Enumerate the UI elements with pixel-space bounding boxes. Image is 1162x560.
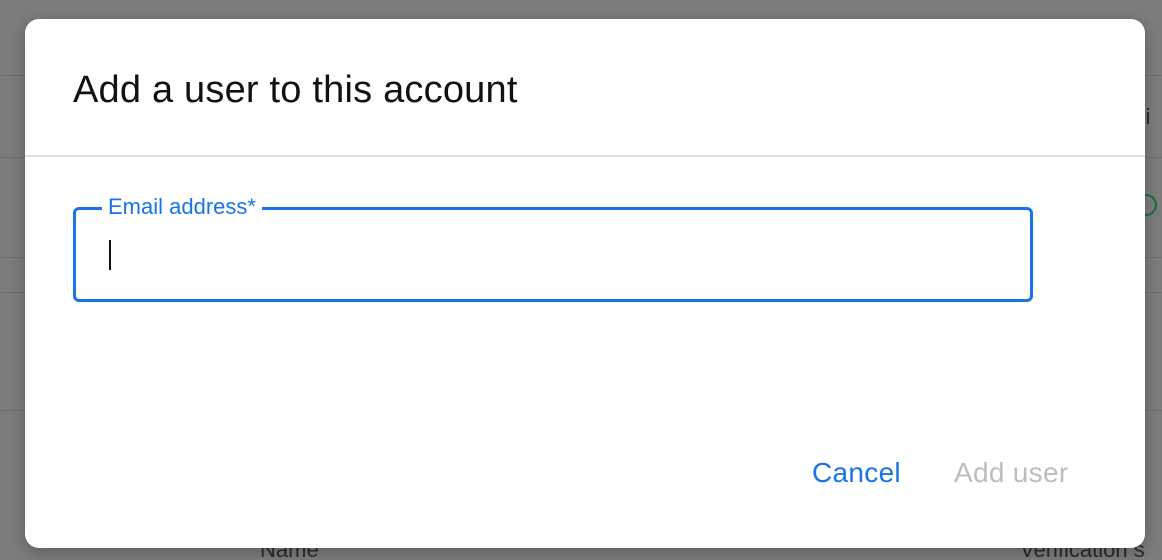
add-user-button[interactable]: Add user	[942, 449, 1080, 497]
dialog-title: Add a user to this account	[73, 69, 518, 111]
email-field-label: Email address*	[102, 192, 262, 222]
add-user-dialog: Add a user to this account Email address…	[25, 19, 1145, 548]
email-field[interactable]: Email address*	[73, 192, 1033, 302]
email-input[interactable]	[106, 240, 986, 274]
dialog-divider	[25, 155, 1145, 157]
cancel-button[interactable]: Cancel	[800, 449, 913, 497]
text-cursor	[109, 240, 111, 270]
